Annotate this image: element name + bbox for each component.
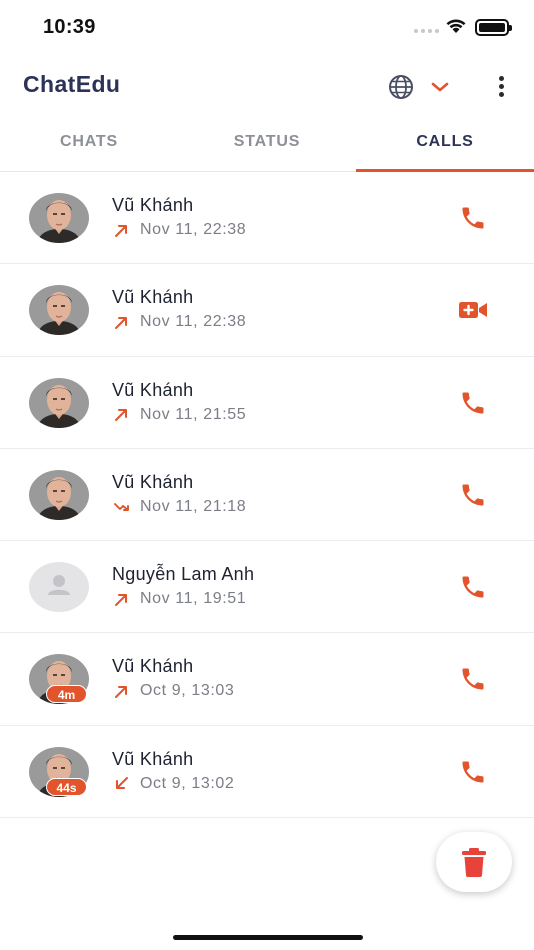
outgoing-call-icon	[115, 316, 127, 329]
default-avatar-icon	[29, 562, 89, 613]
contact-avatar	[29, 285, 89, 336]
call-meta: Oct 9, 13:02	[113, 775, 234, 793]
contact-name: Nguyễn Lam Anh	[112, 564, 255, 585]
more-vertical-icon[interactable]	[490, 73, 512, 99]
status-bar: 10:39	[0, 0, 534, 54]
tab-chats[interactable]: CHATS	[0, 118, 178, 171]
status-time: 10:39	[43, 16, 96, 38]
call-timestamp: Nov 11, 19:51	[140, 590, 247, 608]
phone-icon[interactable]	[458, 204, 488, 232]
call-meta: Oct 9, 13:03	[113, 682, 234, 700]
call-meta: Nov 11, 22:38	[113, 221, 246, 239]
call-meta: Nov 11, 21:18	[113, 498, 246, 516]
outgoing-call-icon	[115, 409, 127, 422]
call-row[interactable]: Nguyễn Lam Anh Nov 11, 19:51	[0, 541, 534, 634]
call-row[interactable]: Vũ Khánh Nov 11, 22:38	[0, 264, 534, 357]
contact-name: Vũ Khánh	[112, 471, 194, 492]
contact-name: Vũ Khánh	[112, 748, 194, 769]
call-row[interactable]: Vũ Khánh Nov 11, 21:18	[0, 449, 534, 542]
phone-icon[interactable]	[458, 389, 488, 417]
contact-avatar: 44s	[29, 746, 89, 797]
tab-bar: CHATS STATUS CALLS	[0, 118, 534, 172]
globe-icon[interactable]	[387, 73, 415, 101]
call-duration-badge: 44s	[46, 777, 87, 796]
contact-name: Vũ Khánh	[112, 656, 194, 677]
phone-icon[interactable]	[458, 758, 488, 786]
call-row[interactable]: Vũ Khánh Nov 11, 21:55	[0, 357, 534, 449]
outgoing-call-icon	[115, 685, 127, 698]
call-timestamp: Nov 11, 22:38	[140, 313, 247, 331]
home-indicator	[173, 935, 363, 940]
call-row[interactable]: Vũ Khánh Nov 11, 22:38	[0, 172, 534, 265]
incoming-call-icon	[116, 777, 128, 790]
app-title: ChatEdu	[23, 71, 121, 97]
delete-calls-button[interactable]	[436, 832, 512, 892]
call-timestamp: Nov 11, 21:55	[140, 405, 247, 423]
chevron-down-icon[interactable]	[428, 78, 452, 96]
phone-icon[interactable]	[458, 665, 488, 693]
outgoing-call-icon	[115, 224, 127, 237]
call-meta: Nov 11, 19:51	[113, 590, 246, 608]
call-timestamp: Nov 11, 22:38	[140, 221, 247, 238]
contact-avatar: 4m	[29, 654, 89, 705]
outgoing-call-icon	[115, 593, 127, 606]
contact-name: Vũ Khánh	[112, 287, 194, 308]
call-row[interactable]: 44s Vũ Khánh Oct 9, 13:02	[0, 726, 534, 819]
trash-icon	[462, 848, 486, 877]
phone-icon[interactable]	[458, 573, 488, 601]
wifi-icon	[446, 19, 466, 33]
contact-avatar	[29, 193, 89, 243]
missed-call-icon	[114, 503, 129, 512]
video-call-icon[interactable]	[458, 296, 488, 324]
battery-icon	[475, 19, 512, 36]
tab-calls[interactable]: CALLS	[356, 118, 534, 172]
cellular-signal-icon	[414, 29, 439, 33]
call-duration-badge: 4m	[46, 685, 87, 704]
phone-icon[interactable]	[458, 481, 488, 509]
contact-avatar	[29, 377, 89, 428]
call-timestamp: Nov 11, 21:18	[140, 497, 247, 515]
contact-name: Vũ Khánh	[112, 379, 194, 400]
app-bar: ChatEdu	[0, 54, 534, 118]
call-timestamp: Oct 9, 13:03	[140, 682, 235, 700]
call-row[interactable]: 4m Vũ Khánh Oct 9, 13:03	[0, 633, 534, 726]
call-timestamp: Oct 9, 13:02	[140, 774, 235, 792]
contact-avatar	[29, 469, 89, 520]
call-meta: Nov 11, 22:38	[113, 313, 246, 331]
contact-name: Vũ Khánh	[112, 195, 194, 215]
call-list: Vũ Khánh Nov 11, 22:38 Vũ Khánh Nov 11, 22…	[0, 172, 534, 819]
tab-status[interactable]: STATUS	[178, 118, 356, 171]
call-meta: Nov 11, 21:55	[113, 406, 246, 424]
